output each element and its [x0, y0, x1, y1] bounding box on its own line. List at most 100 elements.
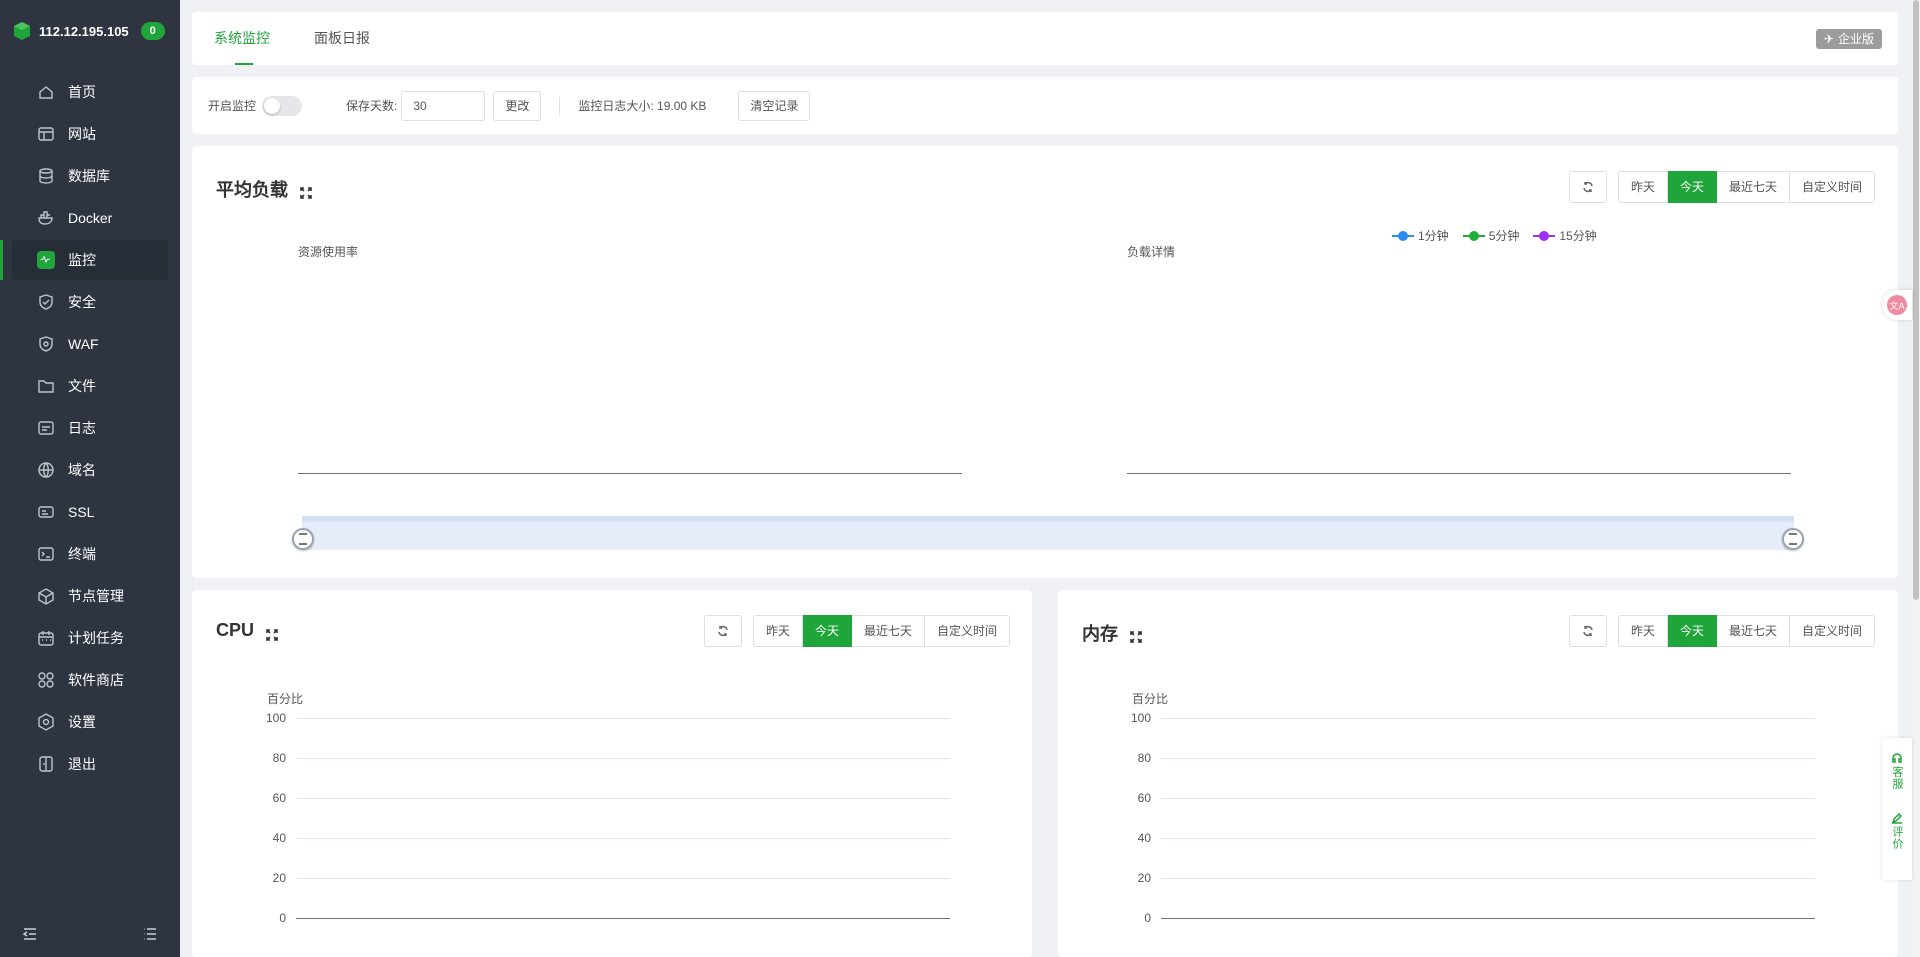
- notification-badge[interactable]: 0: [140, 22, 165, 40]
- range-today[interactable]: 今天: [803, 615, 853, 647]
- y-tick-label: 20: [272, 871, 286, 885]
- legend-item[interactable]: 15分钟: [1533, 227, 1597, 244]
- service-float: 客服 评价: [1882, 738, 1912, 880]
- memory-y-label: 百分比: [1132, 692, 1169, 706]
- logo-icon: [14, 22, 30, 40]
- sidebar-item-label: WAF: [68, 336, 99, 352]
- sidebar-item-website[interactable]: 网站: [12, 114, 168, 154]
- y-tick-label: 0: [1144, 911, 1151, 925]
- cpu-chart: 百分比 100 80 60 40 20 0: [258, 690, 958, 930]
- ssl-icon: [36, 502, 56, 522]
- range-last7[interactable]: 最近七天: [1717, 171, 1791, 203]
- enterprise-button[interactable]: ✈ 企业版: [1815, 29, 1882, 49]
- fullscreen-icon[interactable]: [266, 625, 278, 641]
- range-custom[interactable]: 自定义时间: [1790, 615, 1876, 647]
- divider: [559, 96, 561, 115]
- sidebar-item-home[interactable]: 首页: [12, 72, 168, 112]
- legend-item[interactable]: 5分钟: [1462, 227, 1520, 244]
- docker-icon: [36, 208, 56, 228]
- load-detail-axis: [1127, 473, 1791, 474]
- grid-line: [296, 798, 950, 799]
- page-scrollbar[interactable]: [1912, 0, 1920, 957]
- scrollbar-thumb[interactable]: [1913, 0, 1919, 600]
- y-tick-label: 0: [279, 911, 286, 925]
- customer-service-link[interactable]: 客服: [1889, 766, 1905, 790]
- sidebar-item-waf[interactable]: WAF: [12, 324, 168, 364]
- top-tabs: 系统监控 面板日报 ✈ 企业版: [192, 12, 1898, 65]
- sidebar-item-globe[interactable]: 域名: [12, 450, 168, 490]
- grid-line: [296, 838, 950, 839]
- tab-system-monitor[interactable]: 系统监控: [214, 12, 270, 65]
- headset-icon[interactable]: [1891, 752, 1903, 764]
- resource-usage-title: 资源使用率: [298, 245, 359, 259]
- fullscreen-icon[interactable]: [1130, 627, 1142, 643]
- sidebar-item-label: 软件商店: [68, 672, 124, 688]
- save-days-label: 保存天数:: [346, 99, 398, 113]
- sidebar-item-label: 日志: [68, 420, 96, 436]
- shield-icon: [36, 292, 56, 312]
- sidebar-item-shield[interactable]: 安全: [12, 282, 168, 322]
- sidebar-item-label: 安全: [68, 294, 96, 310]
- range-last7[interactable]: 最近七天: [1717, 615, 1791, 647]
- sidebar-item-log[interactable]: 日志: [12, 408, 168, 448]
- edit-icon[interactable]: [1891, 812, 1903, 824]
- server-ip[interactable]: 112.12.195.105: [39, 24, 129, 39]
- change-button[interactable]: 更改: [493, 90, 542, 121]
- legend-label: 5分钟: [1488, 229, 1520, 243]
- range-last7[interactable]: 最近七天: [852, 615, 926, 647]
- sidebar-item-calendar[interactable]: 计划任务: [12, 618, 168, 658]
- range-custom[interactable]: 自定义时间: [1790, 171, 1876, 203]
- sidebar-item-label: 终端: [68, 546, 96, 562]
- time-zoom-slider[interactable]: [302, 516, 1794, 550]
- fullscreen-icon[interactable]: [300, 183, 312, 199]
- refresh-icon[interactable]: [1569, 615, 1607, 647]
- load-panel: 平均负载 昨天 今天 最近七天 自定义时间: [192, 146, 1898, 578]
- range-yesterday[interactable]: 昨天: [1618, 171, 1669, 203]
- enable-monitor-toggle[interactable]: [262, 95, 303, 116]
- cpu-range-selector: 昨天 今天 最近七天 自定义时间: [704, 615, 1011, 647]
- sidebar-item-apps[interactable]: 软件商店: [12, 660, 168, 700]
- collapse-icon[interactable]: [22, 926, 38, 945]
- grid-line: [1161, 758, 1815, 759]
- zoom-handle-left[interactable]: [292, 528, 314, 550]
- list-icon[interactable]: [142, 926, 158, 945]
- node-icon: [36, 586, 56, 606]
- sidebar-item-folder[interactable]: 文件: [12, 366, 168, 406]
- review-link[interactable]: 评价: [1889, 826, 1905, 850]
- sidebar-item-database[interactable]: 数据库: [12, 156, 168, 196]
- database-icon: [36, 166, 56, 186]
- save-days-input[interactable]: [401, 90, 486, 121]
- grid-line: [296, 758, 950, 759]
- sidebar-item-node[interactable]: 节点管理: [12, 576, 168, 616]
- legend-label: 15分钟: [1559, 229, 1597, 243]
- refresh-icon[interactable]: [1569, 171, 1607, 203]
- sidebar-item-logout[interactable]: 退出: [12, 744, 168, 784]
- zoom-handle-right[interactable]: [1782, 528, 1804, 550]
- sidebar-item-docker[interactable]: Docker: [12, 198, 168, 238]
- y-tick-label: 80: [272, 751, 286, 765]
- memory-title-text: 内存: [1082, 624, 1118, 644]
- range-today[interactable]: 今天: [1668, 171, 1718, 203]
- y-tick-label: 40: [272, 831, 286, 845]
- tab-panel-daily[interactable]: 面板日报: [314, 12, 370, 65]
- grid-line: [296, 878, 950, 879]
- legend-item[interactable]: 1分钟: [1392, 227, 1449, 244]
- range-custom[interactable]: 自定义时间: [925, 615, 1011, 647]
- sidebar-item-ssl[interactable]: SSL: [12, 492, 168, 532]
- range-yesterday[interactable]: 昨天: [753, 615, 804, 647]
- translate-float-button[interactable]: 文A: [1882, 290, 1912, 320]
- settings-icon: [36, 712, 56, 732]
- memory-range-selector: 昨天 今天 最近七天 自定义时间: [1569, 615, 1876, 647]
- grid-line: [1161, 838, 1815, 839]
- range-today[interactable]: 今天: [1668, 615, 1718, 647]
- sidebar-item-terminal[interactable]: 终端: [12, 534, 168, 574]
- range-yesterday[interactable]: 昨天: [1618, 615, 1669, 647]
- sidebar-item-settings[interactable]: 设置: [12, 702, 168, 742]
- clear-records-button[interactable]: 清空记录: [738, 90, 811, 121]
- sidebar-item-label: 文件: [68, 378, 96, 394]
- load-detail-title: 负载详情: [1127, 245, 1176, 259]
- sidebar-item-monitor[interactable]: 监控: [0, 240, 168, 280]
- refresh-icon[interactable]: [704, 615, 742, 647]
- cpu-title-text: CPU: [216, 620, 255, 640]
- website-icon: [36, 124, 56, 144]
